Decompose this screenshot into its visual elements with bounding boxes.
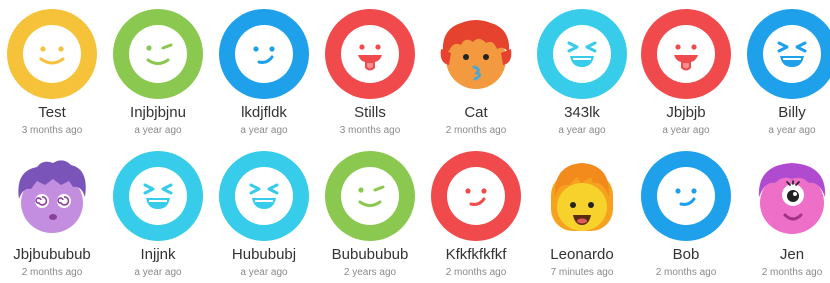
profile-name: Test	[38, 104, 66, 121]
redhead-boy-avatar-icon	[431, 9, 521, 99]
profile-last-used: 2 months ago	[445, 267, 507, 278]
profile-card[interactable]: Leonardo 7 minutes ago	[529, 142, 635, 283]
grin-face-icon	[219, 151, 309, 241]
pink-cyclops-avatar-icon	[747, 151, 830, 241]
profile-name: Injbjbjnu	[130, 104, 186, 121]
profile-name: Bubububub	[331, 246, 409, 263]
profile-card[interactable]: Cat 2 months ago	[423, 0, 529, 141]
profile-name: Injjnk	[140, 246, 176, 263]
smirk-face-icon	[431, 151, 521, 241]
profile-card[interactable]: Billy a year ago	[739, 0, 830, 141]
profile-card[interactable]: Injbjbjnu a year ago	[105, 0, 211, 141]
profile-name: 343lk	[564, 104, 600, 121]
orange-hair-girl-avatar-icon	[537, 151, 627, 241]
profile-last-used: a year ago	[240, 267, 288, 278]
profile-name: Jbjbububub	[13, 246, 91, 263]
profile-last-used: 2 months ago	[761, 267, 823, 278]
profile-name: Leonardo	[550, 246, 614, 263]
smirk-face-icon	[641, 151, 731, 241]
profile-card[interactable]: Bubububub 2 years ago	[317, 142, 423, 283]
smirk-face-icon	[219, 9, 309, 99]
profile-name: Jbjbjb	[666, 104, 706, 121]
profile-last-used: 7 minutes ago	[550, 267, 614, 278]
tongue-face-icon	[325, 9, 415, 99]
profile-last-used: a year ago	[558, 125, 606, 136]
profile-name: Cat	[464, 104, 488, 121]
grin-face-icon	[537, 9, 627, 99]
profile-last-used: a year ago	[134, 125, 182, 136]
profile-card[interactable]: Test 3 months ago	[0, 0, 105, 141]
purple-hair-dizzy-avatar-icon	[7, 151, 97, 241]
profile-card[interactable]: Kfkfkfkfkf 2 months ago	[423, 142, 529, 283]
profile-last-used: 2 months ago	[21, 267, 83, 278]
profile-name: Hubububj	[231, 246, 297, 263]
profile-last-used: a year ago	[240, 125, 288, 136]
profile-card[interactable]: Injjnk a year ago	[105, 142, 211, 283]
profile-last-used: 3 months ago	[21, 125, 83, 136]
grin-face-icon	[113, 151, 203, 241]
profile-last-used: 2 years ago	[343, 267, 397, 278]
smile-face-icon	[7, 9, 97, 99]
profile-last-used: a year ago	[134, 267, 182, 278]
profile-name: Kfkfkfkfkf	[445, 246, 507, 263]
tongue-face-icon	[641, 9, 731, 99]
profile-last-used: a year ago	[662, 125, 710, 136]
profile-card[interactable]: Bob 2 months ago	[633, 142, 739, 283]
profile-card[interactable]: Stills 3 months ago	[317, 0, 423, 141]
profile-last-used: 2 months ago	[655, 267, 717, 278]
profile-name: Stills	[354, 104, 386, 121]
profile-card[interactable]: Jbjbububub 2 months ago	[0, 142, 105, 283]
profile-name: Jen	[779, 246, 805, 263]
wink-face-icon	[325, 151, 415, 241]
wink-face-icon	[113, 9, 203, 99]
profile-last-used: a year ago	[768, 125, 816, 136]
profile-card[interactable]: lkdjfldk a year ago	[211, 0, 317, 141]
profile-name: Bob	[672, 246, 700, 263]
profile-last-used: 3 months ago	[339, 125, 401, 136]
profile-card[interactable]: Jbjbjb a year ago	[633, 0, 739, 141]
grin-face-icon	[747, 9, 830, 99]
profile-grid: Test 3 months ago Injbjbjnu a year ago l…	[0, 0, 830, 283]
profile-name: Billy	[778, 104, 806, 121]
profile-card[interactable]: Hubububj a year ago	[211, 142, 317, 283]
profile-name: lkdjfldk	[241, 104, 287, 121]
profile-last-used: 2 months ago	[445, 125, 507, 136]
profile-card[interactable]: Jen 2 months ago	[739, 142, 830, 283]
profile-card[interactable]: 343lk a year ago	[529, 0, 635, 141]
